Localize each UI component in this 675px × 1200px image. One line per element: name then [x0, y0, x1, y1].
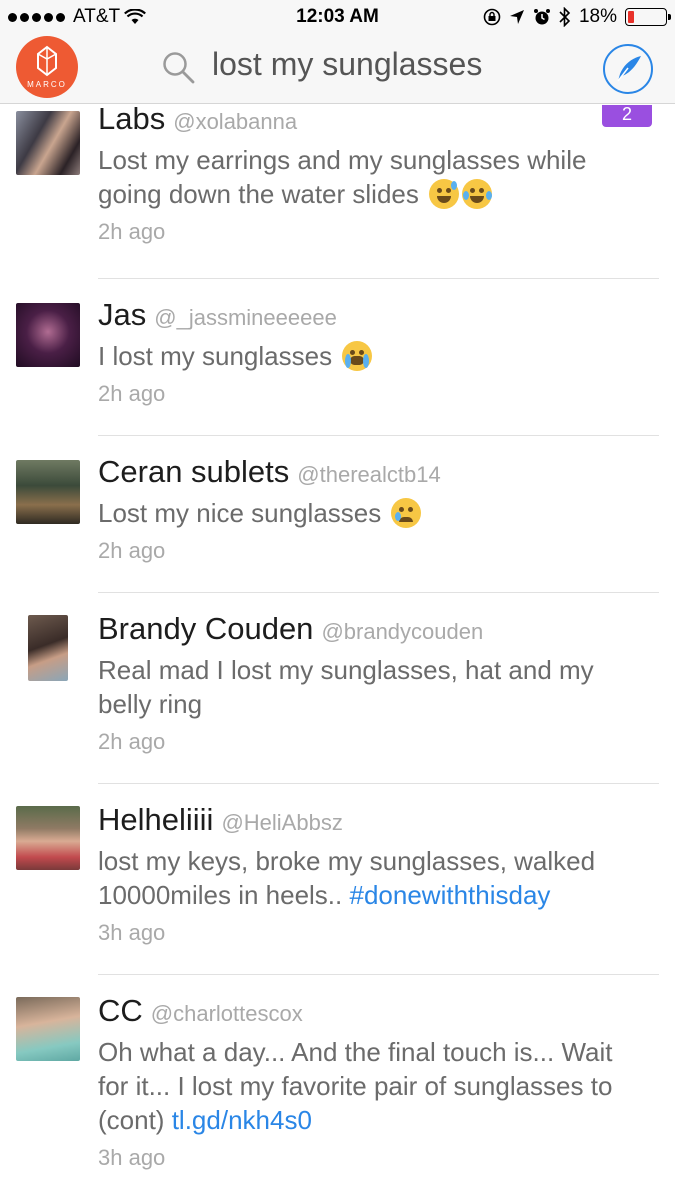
user-handle[interactable]: @brandycouden: [321, 619, 483, 644]
status-icons: 18%: [483, 6, 671, 28]
tweet-feed[interactable]: Labs @xolabanna Lost my earrings and my s…: [0, 105, 675, 1200]
rotation-lock-icon: [483, 8, 501, 26]
user-name[interactable]: Helheliiii: [98, 802, 213, 837]
tweet-content: Labs @xolabanna Lost my earrings and my s…: [98, 105, 659, 278]
tears-of-joy-emoji: [462, 179, 493, 209]
sweat-smile-emoji: [429, 179, 460, 209]
avatar[interactable]: [16, 303, 80, 367]
search-query-field[interactable]: lost my sunglasses: [212, 46, 482, 83]
user-handle[interactable]: @_jassmineeeeee: [154, 305, 337, 330]
location-arrow-icon: [509, 10, 524, 24]
tweet-content: Helheliiii @HeliAbbsz lost my keys, broke…: [98, 802, 659, 974]
user-handle[interactable]: @xolabanna: [173, 109, 297, 134]
alarm-clock-icon: [533, 9, 550, 25]
bluetooth-icon: [559, 7, 571, 27]
timestamp: 3h ago: [98, 920, 166, 945]
status-bar: AT&T 12:03 AM 18%: [0, 0, 675, 34]
user-name[interactable]: Brandy Couden: [98, 611, 313, 646]
timestamp: 2h ago: [98, 538, 166, 563]
tweet-content: CC @charlottescox Oh what a day... And th…: [98, 993, 659, 1200]
avatar[interactable]: [16, 111, 80, 175]
hashtag-link[interactable]: #donewiththisday: [350, 880, 551, 910]
timestamp: 2h ago: [98, 381, 166, 406]
tweet-text: I lost my sunglasses: [98, 339, 645, 373]
compose-button[interactable]: [603, 44, 653, 94]
user-name[interactable]: Jas: [98, 297, 146, 332]
search-icon[interactable]: [162, 51, 196, 85]
user-handle[interactable]: @charlottescox: [151, 1001, 303, 1026]
tweet-text: Oh what a day... And the final touch is.…: [98, 1037, 613, 1135]
tweet-content: Brandy Couden @brandycouden Real mad I lo…: [98, 611, 659, 783]
tweet-content: Ceran sublets @therealctb14 Lost my nice …: [98, 454, 659, 592]
user-handle[interactable]: @HeliAbbsz: [221, 810, 342, 835]
tweet-item[interactable]: Brandy Couden @brandycouden Real mad I lo…: [0, 593, 675, 784]
tweet-item[interactable]: Jas @_jassmineeeeee I lost my sunglasses …: [0, 279, 675, 436]
loudly-crying-emoji: [342, 341, 373, 371]
logo-wordmark: MARCO: [27, 80, 67, 89]
user-name[interactable]: CC: [98, 993, 143, 1028]
user-name[interactable]: Labs: [98, 105, 165, 136]
crying-face-emoji: [391, 498, 422, 528]
tweet-text: Lost my earrings and my sunglasses while…: [98, 145, 587, 209]
crystal-logo-icon: [37, 45, 57, 77]
timestamp: 2h ago: [98, 729, 166, 754]
nav-bar: MARCO lost my sunglasses: [0, 34, 675, 104]
tweet-text: Real mad I lost my sunglasses, hat and m…: [98, 655, 594, 719]
avatar[interactable]: [16, 460, 80, 524]
tweet-text: lost my keys, broke my sunglasses, walke…: [98, 846, 596, 910]
avatar[interactable]: [16, 997, 80, 1061]
tweet-link[interactable]: tl.gd/nkh4s0: [172, 1105, 312, 1135]
tweet-item[interactable]: Helheliiii @HeliAbbsz lost my keys, broke…: [0, 784, 675, 975]
battery-percent: 18%: [578, 6, 617, 27]
user-handle[interactable]: @therealctb14: [297, 462, 440, 487]
timestamp: 2h ago: [98, 219, 166, 244]
tweet-text: Lost my nice sunglasses: [98, 496, 645, 530]
tweet-item[interactable]: CC @charlottescox Oh what a day... And th…: [0, 975, 675, 1200]
tweet-item[interactable]: Ceran sublets @therealctb14 Lost my nice …: [0, 436, 675, 593]
avatar[interactable]: [16, 806, 80, 870]
tweet-content: Jas @_jassmineeeeee I lost my sunglasses …: [98, 297, 659, 435]
user-name[interactable]: Ceran sublets: [98, 454, 289, 489]
new-count-badge[interactable]: 2: [602, 105, 652, 127]
app-logo-button[interactable]: MARCO: [16, 36, 78, 98]
tweet-item[interactable]: Labs @xolabanna Lost my earrings and my s…: [0, 105, 675, 279]
avatar[interactable]: [28, 615, 68, 681]
timestamp: 3h ago: [98, 1145, 166, 1170]
quill-compose-icon: [617, 56, 641, 82]
battery-icon: [625, 8, 671, 26]
battery-level-fill: [628, 11, 635, 23]
